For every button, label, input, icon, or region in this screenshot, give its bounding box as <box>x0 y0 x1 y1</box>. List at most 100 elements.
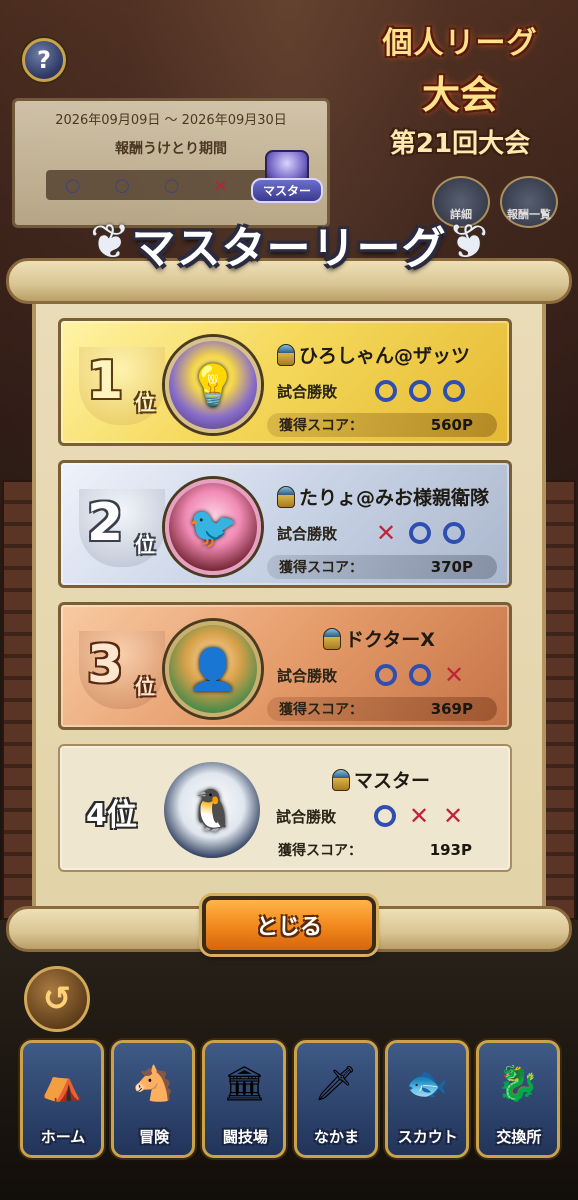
avatar[interactable]: 🐦 <box>165 479 261 575</box>
result-label: 試合勝敗 <box>277 666 338 685</box>
win-mark-icon <box>375 664 397 686</box>
avatar[interactable]: 💡 <box>165 337 261 433</box>
player-name: ひろしゃん@ザッツ <box>299 345 471 367</box>
nav-label: 闘技場 <box>222 1128 268 1146</box>
nav-arena[interactable]: 🏛 闘技場 <box>202 1040 287 1158</box>
lose-mark-icon: ✕ <box>375 519 397 547</box>
win-mark-icon: ○ <box>64 174 81 196</box>
nav-party[interactable]: 🗡 なかま <box>293 1040 378 1158</box>
medal-icon <box>277 486 295 508</box>
left-pillar <box>2 480 36 920</box>
lose-mark-icon: ✕ <box>443 661 465 689</box>
nav-label: ホーム <box>40 1128 86 1146</box>
avatar[interactable]: 🐧 <box>164 762 260 858</box>
match-results: 試合勝敗 ✕ <box>277 661 487 689</box>
player-name: マスター <box>354 770 431 792</box>
rank-suffix: 位 <box>135 391 155 415</box>
win-mark-icon <box>409 522 431 544</box>
close-button[interactable]: とじる <box>202 896 376 954</box>
lose-mark-icon: ✕ <box>442 802 464 830</box>
score-value: 193P <box>429 841 472 859</box>
scout-icon: 🐟 <box>405 1064 448 1104</box>
win-mark-icon <box>409 664 431 686</box>
score-label: 獲得スコア： <box>279 560 363 576</box>
event-logo: 個人リーグ 大会 第21回大会 <box>362 18 558 172</box>
win-mark-icon <box>374 805 396 827</box>
laurel-right-icon: ❦ <box>447 214 488 270</box>
rank-badge: 1 位 <box>69 343 179 427</box>
rank-badge: 2 位 <box>69 485 179 569</box>
right-pillar <box>542 480 576 920</box>
rank-text: 4位 <box>86 798 137 833</box>
win-mark-icon <box>375 380 397 402</box>
colosseum-icon: 🏛 <box>222 1064 266 1104</box>
result-label: 試合勝敗 <box>276 807 337 826</box>
score-value: 369P <box>430 700 473 718</box>
undo-arrow-icon: ↺ <box>42 979 72 1019</box>
event-title-line1: 個人リーグ <box>382 26 538 61</box>
nav-label: スカウト <box>397 1128 458 1146</box>
result-label: 試合勝敗 <box>277 524 338 543</box>
lose-mark-icon: × <box>213 174 229 196</box>
player-name-row: ひろしゃん@ザッツ <box>277 341 470 368</box>
rank-number: 2 <box>87 493 124 553</box>
exchange-icon: 🐉 <box>496 1064 540 1104</box>
nav-home[interactable]: ⛺ ホーム <box>20 1040 104 1158</box>
medal-icon <box>277 344 295 366</box>
league-title: マスターリーグ <box>131 223 447 274</box>
score-label: 獲得スコア： <box>279 702 363 718</box>
nav-label: 冒険 <box>139 1128 170 1146</box>
ranking-row: 4位 🐧 マスター 試合勝敗 ✕ ✕ 獲得スコア： 193P <box>58 744 512 872</box>
score-bar: 獲得スコア： 560P <box>267 413 497 437</box>
player-name: ドクターX <box>345 629 435 651</box>
rank-number: 3 <box>87 635 124 695</box>
back-button[interactable]: ↺ <box>24 966 90 1032</box>
rank-badge: 3 位 <box>69 627 179 711</box>
doctor-monster-icon: 👤 <box>188 646 238 693</box>
result-label: 試合勝敗 <box>277 382 338 401</box>
reward-list-label: 報酬一覧 <box>507 208 551 221</box>
lightbulb-monster-icon: 💡 <box>188 362 238 409</box>
nav-exchange[interactable]: 🐉 交換所 <box>475 1040 560 1158</box>
league-badge-label: マスター <box>250 178 323 203</box>
monsters-icon: 🗡 <box>313 1064 358 1104</box>
tent-icon: ⛺ <box>40 1064 84 1104</box>
bottom-nav: ⛺ ホーム 🐴 冒険 🏛 闘技場 🗡 なかま 🐟 スカウト 🐉 交換所 <box>20 1040 560 1170</box>
close-button-label: とじる <box>255 915 322 940</box>
rank-number: 1 <box>87 351 124 411</box>
event-round: 第21回大会 <box>389 129 531 159</box>
ranking-row: 1 位 💡 ひろしゃん@ザッツ 試合勝敗 獲得スコア： 560P <box>58 318 512 446</box>
nav-scout[interactable]: 🐟 スカウト <box>384 1040 469 1158</box>
ranking-row: 2 位 🐦 たりょ@みお様親衛隊 試合勝敗 ✕ 獲得スコア： 370P <box>58 460 512 588</box>
win-mark-icon <box>443 522 465 544</box>
avatar[interactable]: 👤 <box>165 621 261 717</box>
ranking-row: 3 位 👤 ドクターX 試合勝敗 ✕ 獲得スコア： 369P <box>58 602 512 730</box>
reward-list-button[interactable]: 報酬一覧 <box>500 176 558 228</box>
bird-monster-icon: 🐦 <box>188 504 238 551</box>
help-button[interactable]: ? <box>22 38 66 82</box>
event-title-line2: 大会 <box>421 73 498 117</box>
score-value: 560P <box>430 416 473 434</box>
wagon-icon: 🐴 <box>132 1064 175 1104</box>
medal-icon <box>323 628 341 650</box>
rank-suffix: 位 <box>135 675 155 699</box>
match-results: 試合勝敗 <box>277 377 487 405</box>
score-bar: 獲得スコア： 370P <box>267 555 497 579</box>
nav-label: 交換所 <box>496 1128 542 1146</box>
penguin-monster-icon: 🐧 <box>187 787 237 834</box>
match-results: 試合勝敗 ✕ ✕ <box>276 802 486 830</box>
match-results: 試合勝敗 ✕ <box>277 519 487 547</box>
medal-icon <box>332 769 350 791</box>
nav-adventure[interactable]: 🐴 冒険 <box>111 1040 196 1158</box>
lose-mark-icon: ✕ <box>408 802 430 830</box>
win-mark-icon <box>443 380 465 402</box>
win-mark-icon: ○ <box>114 174 131 196</box>
win-mark-icon: ○ <box>163 174 180 196</box>
player-name-row: ドクターX <box>323 625 435 652</box>
help-icon: ? <box>37 46 51 74</box>
player-name-row: たりょ@みお様親衛隊 <box>277 483 489 510</box>
player-name: たりょ@みお様親衛隊 <box>299 487 490 509</box>
period-dates: 2026年09月09日 ～ 2026年09月30日 <box>55 113 287 128</box>
rank-suffix: 位 <box>135 533 155 557</box>
score-bar: 獲得スコア： 193P <box>266 838 496 862</box>
